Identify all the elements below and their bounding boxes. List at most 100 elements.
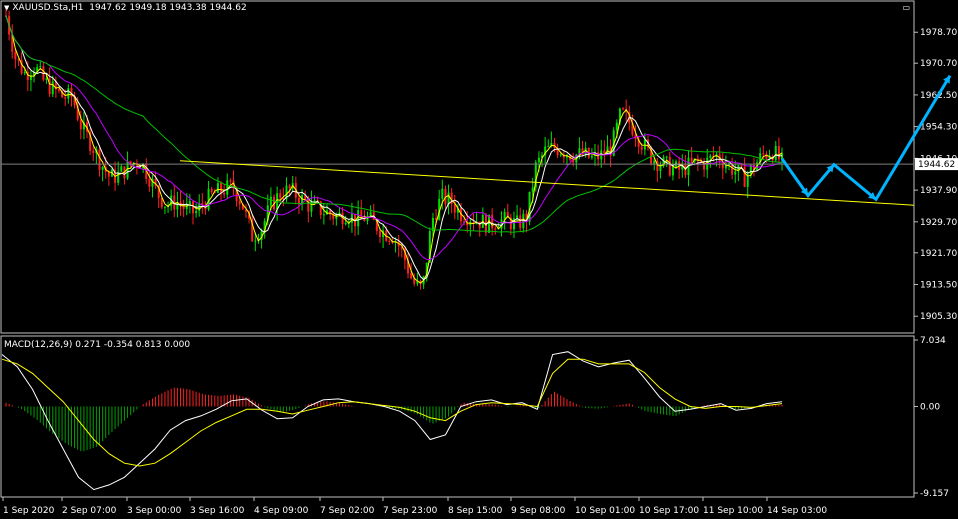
moving-average-line <box>5 15 783 281</box>
candle-body <box>79 119 82 130</box>
candle-body <box>494 228 497 230</box>
candle-body <box>653 160 656 164</box>
candle-body <box>51 81 54 95</box>
candle-body <box>344 222 347 225</box>
price-axis-label: 1913.50 <box>920 281 957 291</box>
candle-body <box>101 167 104 170</box>
candle-body <box>369 212 372 216</box>
price-axis-label: 1921.70 <box>920 249 957 259</box>
candle-body <box>488 214 491 233</box>
candles-group <box>5 9 783 290</box>
candle-body <box>590 155 593 158</box>
candle-body <box>453 204 456 213</box>
price-axis-label: 1937.90 <box>920 186 957 196</box>
time-axis-label: 11 Sep 10:00 <box>703 506 763 516</box>
candle-body <box>388 240 391 242</box>
macd-panel-frame <box>0 335 915 498</box>
candle-body <box>690 157 693 162</box>
price-axis-label: 1954.30 <box>920 123 957 133</box>
candle-body <box>643 139 646 150</box>
candle-body <box>441 188 444 199</box>
candle-body <box>288 185 291 189</box>
candle-body <box>740 165 743 167</box>
candle-body <box>709 155 712 158</box>
candle-body <box>313 200 316 202</box>
time-axis-label: 7 Sep 02:00 <box>320 506 375 516</box>
macd-axis-label: 7.034 <box>920 336 946 346</box>
candle-body <box>279 193 282 199</box>
candle-body <box>107 171 110 177</box>
candle-body <box>491 214 494 229</box>
time-axis-label: 7 Sep 23:00 <box>383 506 438 516</box>
moving-average-line <box>5 15 782 233</box>
time-axis-label: 8 Sep 15:00 <box>448 506 503 516</box>
candle-body <box>57 89 60 91</box>
candle-body <box>29 76 32 80</box>
candle-body <box>223 192 226 195</box>
candle-body <box>774 146 777 161</box>
candle-body <box>195 210 198 214</box>
candle-body <box>537 157 540 163</box>
candle-body <box>378 230 381 238</box>
candle-body <box>622 108 625 110</box>
price-axis-label: 1970.70 <box>920 59 957 69</box>
candle-body <box>671 166 674 176</box>
candle-body <box>615 122 618 131</box>
candle-body <box>410 273 413 279</box>
time-axis-label: 4 Sep 09:00 <box>254 506 309 516</box>
candle-body <box>734 171 737 175</box>
chart-window: ▼ XAUUSD.Sta,H1 1947.62 1949.18 1943.38 1… <box>0 0 958 519</box>
moving-average-line <box>5 15 783 284</box>
time-axis-label: 3 Sep 16:00 <box>190 506 245 516</box>
candle-body <box>547 146 550 148</box>
candle-body <box>64 97 67 99</box>
candle-body <box>503 211 506 220</box>
candle-body <box>220 183 223 193</box>
candle-body <box>163 206 166 208</box>
candle-body <box>120 166 123 172</box>
moving-average-line <box>5 15 783 261</box>
candle-body <box>519 215 522 229</box>
time-axis-label: 9 Sep 08:00 <box>511 506 566 516</box>
time-axis-label: 2 Sep 07:00 <box>62 506 117 516</box>
time-axis-label: 1 Sep 2020 <box>3 506 55 516</box>
price-axis-label: 1905.30 <box>920 312 957 322</box>
candle-body <box>765 153 768 159</box>
time-axis-label: 14 Sep 03:00 <box>767 506 827 516</box>
candle-body <box>762 153 765 155</box>
candle-body <box>226 180 229 195</box>
candle-body <box>92 150 95 154</box>
price-chart-svg[interactable]: 1978.701970.701962.501954.301946.101937.… <box>0 0 958 519</box>
time-axis-label: 10 Sep 01:00 <box>575 506 635 516</box>
candle-body <box>39 66 42 68</box>
candle-body <box>98 149 101 170</box>
candle-body <box>516 215 519 219</box>
candle-body <box>188 201 191 204</box>
candle-body <box>668 156 671 176</box>
price-axis-label: 1978.70 <box>920 28 957 38</box>
candle-body <box>45 78 48 80</box>
candle-body <box>559 154 562 156</box>
candle-body <box>207 188 210 210</box>
candle-body <box>640 146 643 150</box>
candle-body <box>23 72 26 74</box>
candle-body <box>148 179 151 187</box>
time-axis-label: 10 Sep 17:00 <box>639 506 699 516</box>
time-axis-label: 3 Sep 00:00 <box>127 506 182 516</box>
candle-body <box>67 88 70 99</box>
candle-body <box>210 188 213 193</box>
candle-body <box>216 183 219 193</box>
macd-signal-line <box>1 358 783 467</box>
candle-body <box>743 166 746 187</box>
macd-histogram-group <box>5 387 783 452</box>
macd-axis-label: 0.00 <box>920 402 940 412</box>
macd-main-line <box>1 351 783 491</box>
price-axis-label: 1929.70 <box>920 218 957 228</box>
macd-axis-label: -9.157 <box>920 489 949 499</box>
current-price-label: 1944.62 <box>918 160 955 170</box>
candle-body <box>777 146 780 160</box>
trendline <box>179 160 915 206</box>
candle-body <box>665 156 668 158</box>
candle-body <box>254 240 257 242</box>
candle-body <box>322 214 325 216</box>
